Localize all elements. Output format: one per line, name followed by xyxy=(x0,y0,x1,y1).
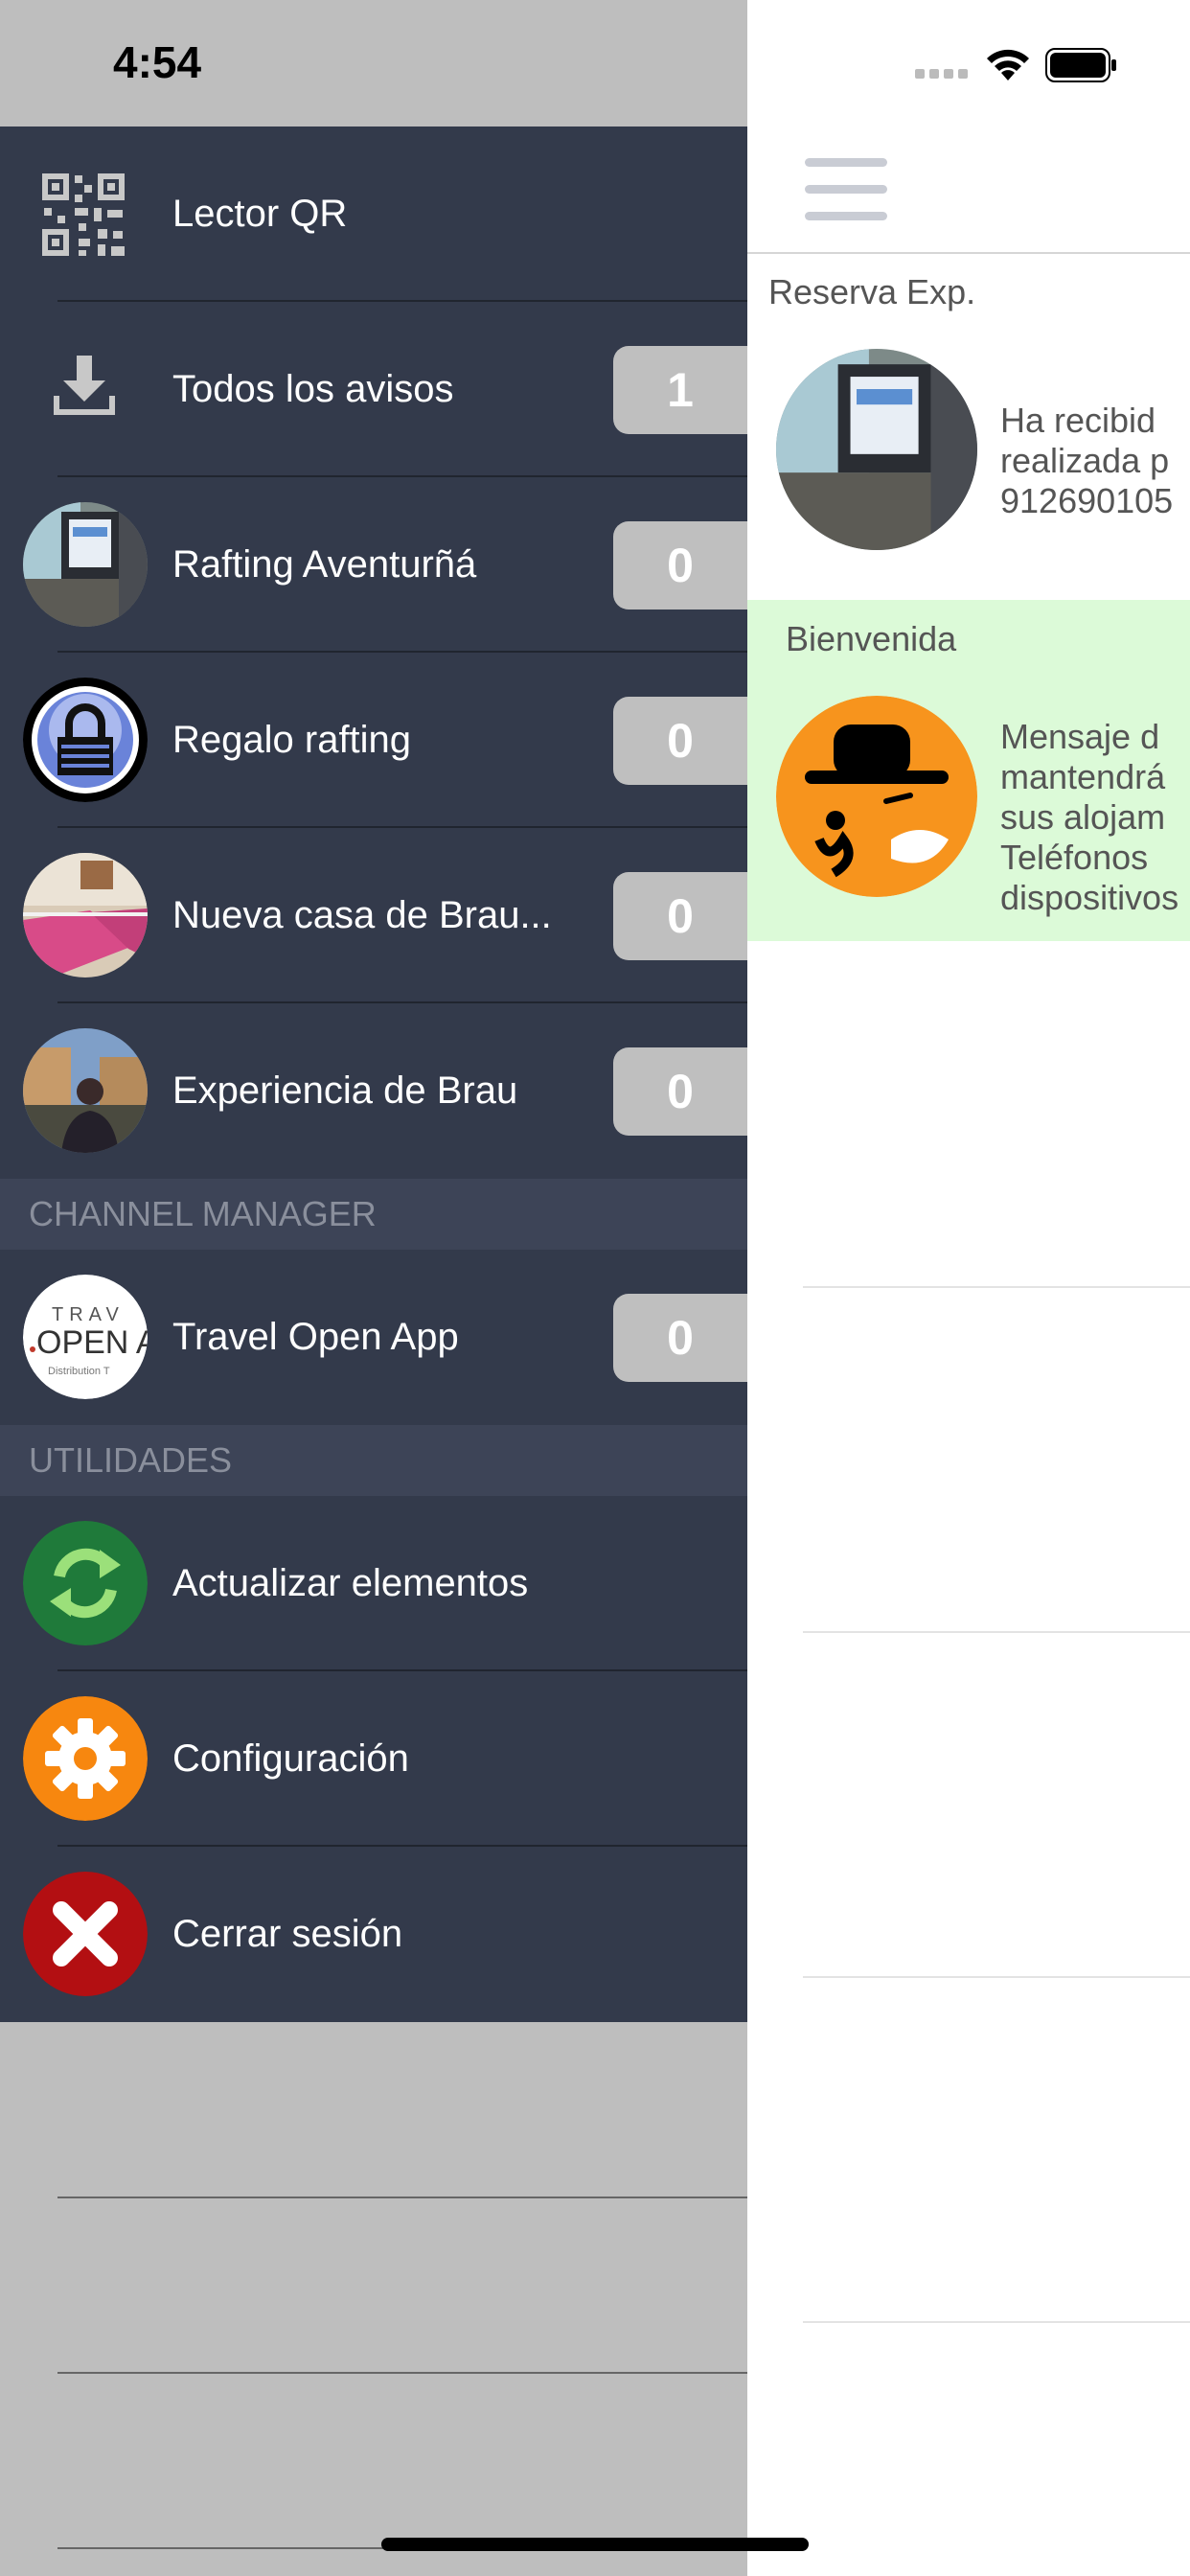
menu-item-configuracion[interactable]: Configuración xyxy=(0,1671,747,1847)
svg-text:TRAV: TRAV xyxy=(52,1304,125,1325)
wifi-icon xyxy=(984,46,1032,87)
menu-item-experiencia-de-brau[interactable]: Experiencia de Brau 0 xyxy=(0,1003,767,1179)
menu-item-label: Travel Open App xyxy=(172,1316,459,1358)
menu-item-label: Rafting Aventurñá xyxy=(172,543,477,586)
status-time: 4:54 xyxy=(113,37,202,87)
computer-photo-avatar xyxy=(23,502,148,627)
count-badge: 0 xyxy=(613,872,767,960)
navbar-divider xyxy=(747,252,1190,254)
notification-text-line: Ha recibid xyxy=(1000,401,1156,440)
menu-item-label: Nueva casa de Brau... xyxy=(172,894,552,936)
main-content-panel: Reserva Exp. Ha recibid realizada p 9126… xyxy=(747,0,1190,2576)
menu-item-label: Actualizar elementos xyxy=(172,1562,529,1604)
notification-title: Bienvenida xyxy=(786,619,957,658)
refresh-icon xyxy=(23,1521,148,1645)
menu-item-rafting-aventurna[interactable]: Rafting Aventurñá 0 xyxy=(0,477,767,653)
count-badge: 0 xyxy=(613,521,767,610)
menu-item-label: Configuración xyxy=(172,1737,409,1780)
menu-item-regalo-rafting[interactable]: Regalo rafting 0 xyxy=(0,653,767,828)
status-bar: 4:54 xyxy=(0,0,747,126)
svg-text:Distribution T: Distribution T xyxy=(48,1366,110,1377)
menu-item-todos-los-avisos[interactable]: Todos los avisos 1 xyxy=(0,302,767,477)
notification-text-line: Teléfonos xyxy=(1000,838,1149,877)
mascot-avatar xyxy=(776,696,977,897)
menu-item-cerrar-sesion[interactable]: Cerrar sesión xyxy=(0,1847,747,2022)
notification-card-bienvenida[interactable]: Bienvenida Mensaje d mantendrá sus aloja… xyxy=(747,600,1190,941)
notification-text-line: dispositivos xyxy=(1000,878,1179,917)
notification-text-line: realizada p xyxy=(1000,441,1170,480)
menu-item-nueva-casa-de-brau[interactable]: Nueva casa de Brau... 0 xyxy=(0,828,767,1003)
qr-code-icon xyxy=(40,172,126,263)
menu-item-label: Experiencia de Brau xyxy=(172,1070,518,1112)
padlock-avatar xyxy=(23,678,148,802)
section-header-utilidades: UTILIDADES xyxy=(0,1425,747,1496)
menu-item-label: Lector QR xyxy=(172,193,348,235)
bedroom-photo-avatar xyxy=(23,853,148,978)
notification-text-line: 912690105 xyxy=(1000,481,1174,520)
download-icon xyxy=(50,352,119,426)
menu-item-actualizar-elementos[interactable]: Actualizar elementos xyxy=(0,1496,747,1671)
section-header-channel-manager: CHANNEL MANAGER xyxy=(0,1179,747,1250)
menu-item-label: Todos los avisos xyxy=(172,368,454,410)
hamburger-line xyxy=(805,158,887,167)
side-drawer: Lector QR Todos los avisos 1 Rafting Ave… xyxy=(0,126,767,2022)
section-header-label: UTILIDADES xyxy=(29,1440,233,1480)
notification-text-line: mantendrá xyxy=(1000,757,1166,796)
svg-text:OPEN A: OPEN A xyxy=(36,1324,148,1361)
notification-title: Reserva Exp. xyxy=(768,272,976,311)
row-divider xyxy=(803,1286,1190,1288)
row-divider xyxy=(803,2321,1190,2323)
notification-text-line: sus alojam xyxy=(1000,797,1166,837)
hamburger-line xyxy=(805,212,887,220)
notification-text-line: Mensaje d xyxy=(1000,717,1160,756)
menu-item-label: Cerrar sesión xyxy=(172,1913,403,1955)
row-divider xyxy=(803,1631,1190,1633)
menu-item-lector-qr[interactable]: Lector QR xyxy=(0,126,747,302)
home-indicator[interactable] xyxy=(381,2538,809,2551)
menu-toggle-button[interactable] xyxy=(805,158,887,220)
count-badge: 0 xyxy=(613,1047,767,1136)
menu-item-label: Regalo rafting xyxy=(172,719,412,761)
divider xyxy=(57,2196,747,2198)
count-badge: 0 xyxy=(613,697,767,785)
gear-icon xyxy=(23,1696,148,1821)
menu-item-travel-open-app[interactable]: TRAV OPEN A Distribution T Travel Open A… xyxy=(0,1250,767,1425)
divider xyxy=(57,2372,747,2374)
close-icon xyxy=(23,1872,148,1996)
section-header-label: CHANNEL MANAGER xyxy=(29,1194,377,1233)
hamburger-line xyxy=(805,185,887,194)
travel-open-app-logo: TRAV OPEN A Distribution T xyxy=(23,1275,148,1399)
row-divider xyxy=(803,1976,1190,1978)
battery-icon xyxy=(1045,48,1118,87)
computer-photo-avatar xyxy=(776,349,977,550)
unread-count-badge: 1 xyxy=(613,346,767,434)
cellular-signal-icon xyxy=(915,67,969,85)
count-badge: 0 xyxy=(613,1294,767,1382)
person-photo-avatar xyxy=(23,1028,148,1153)
